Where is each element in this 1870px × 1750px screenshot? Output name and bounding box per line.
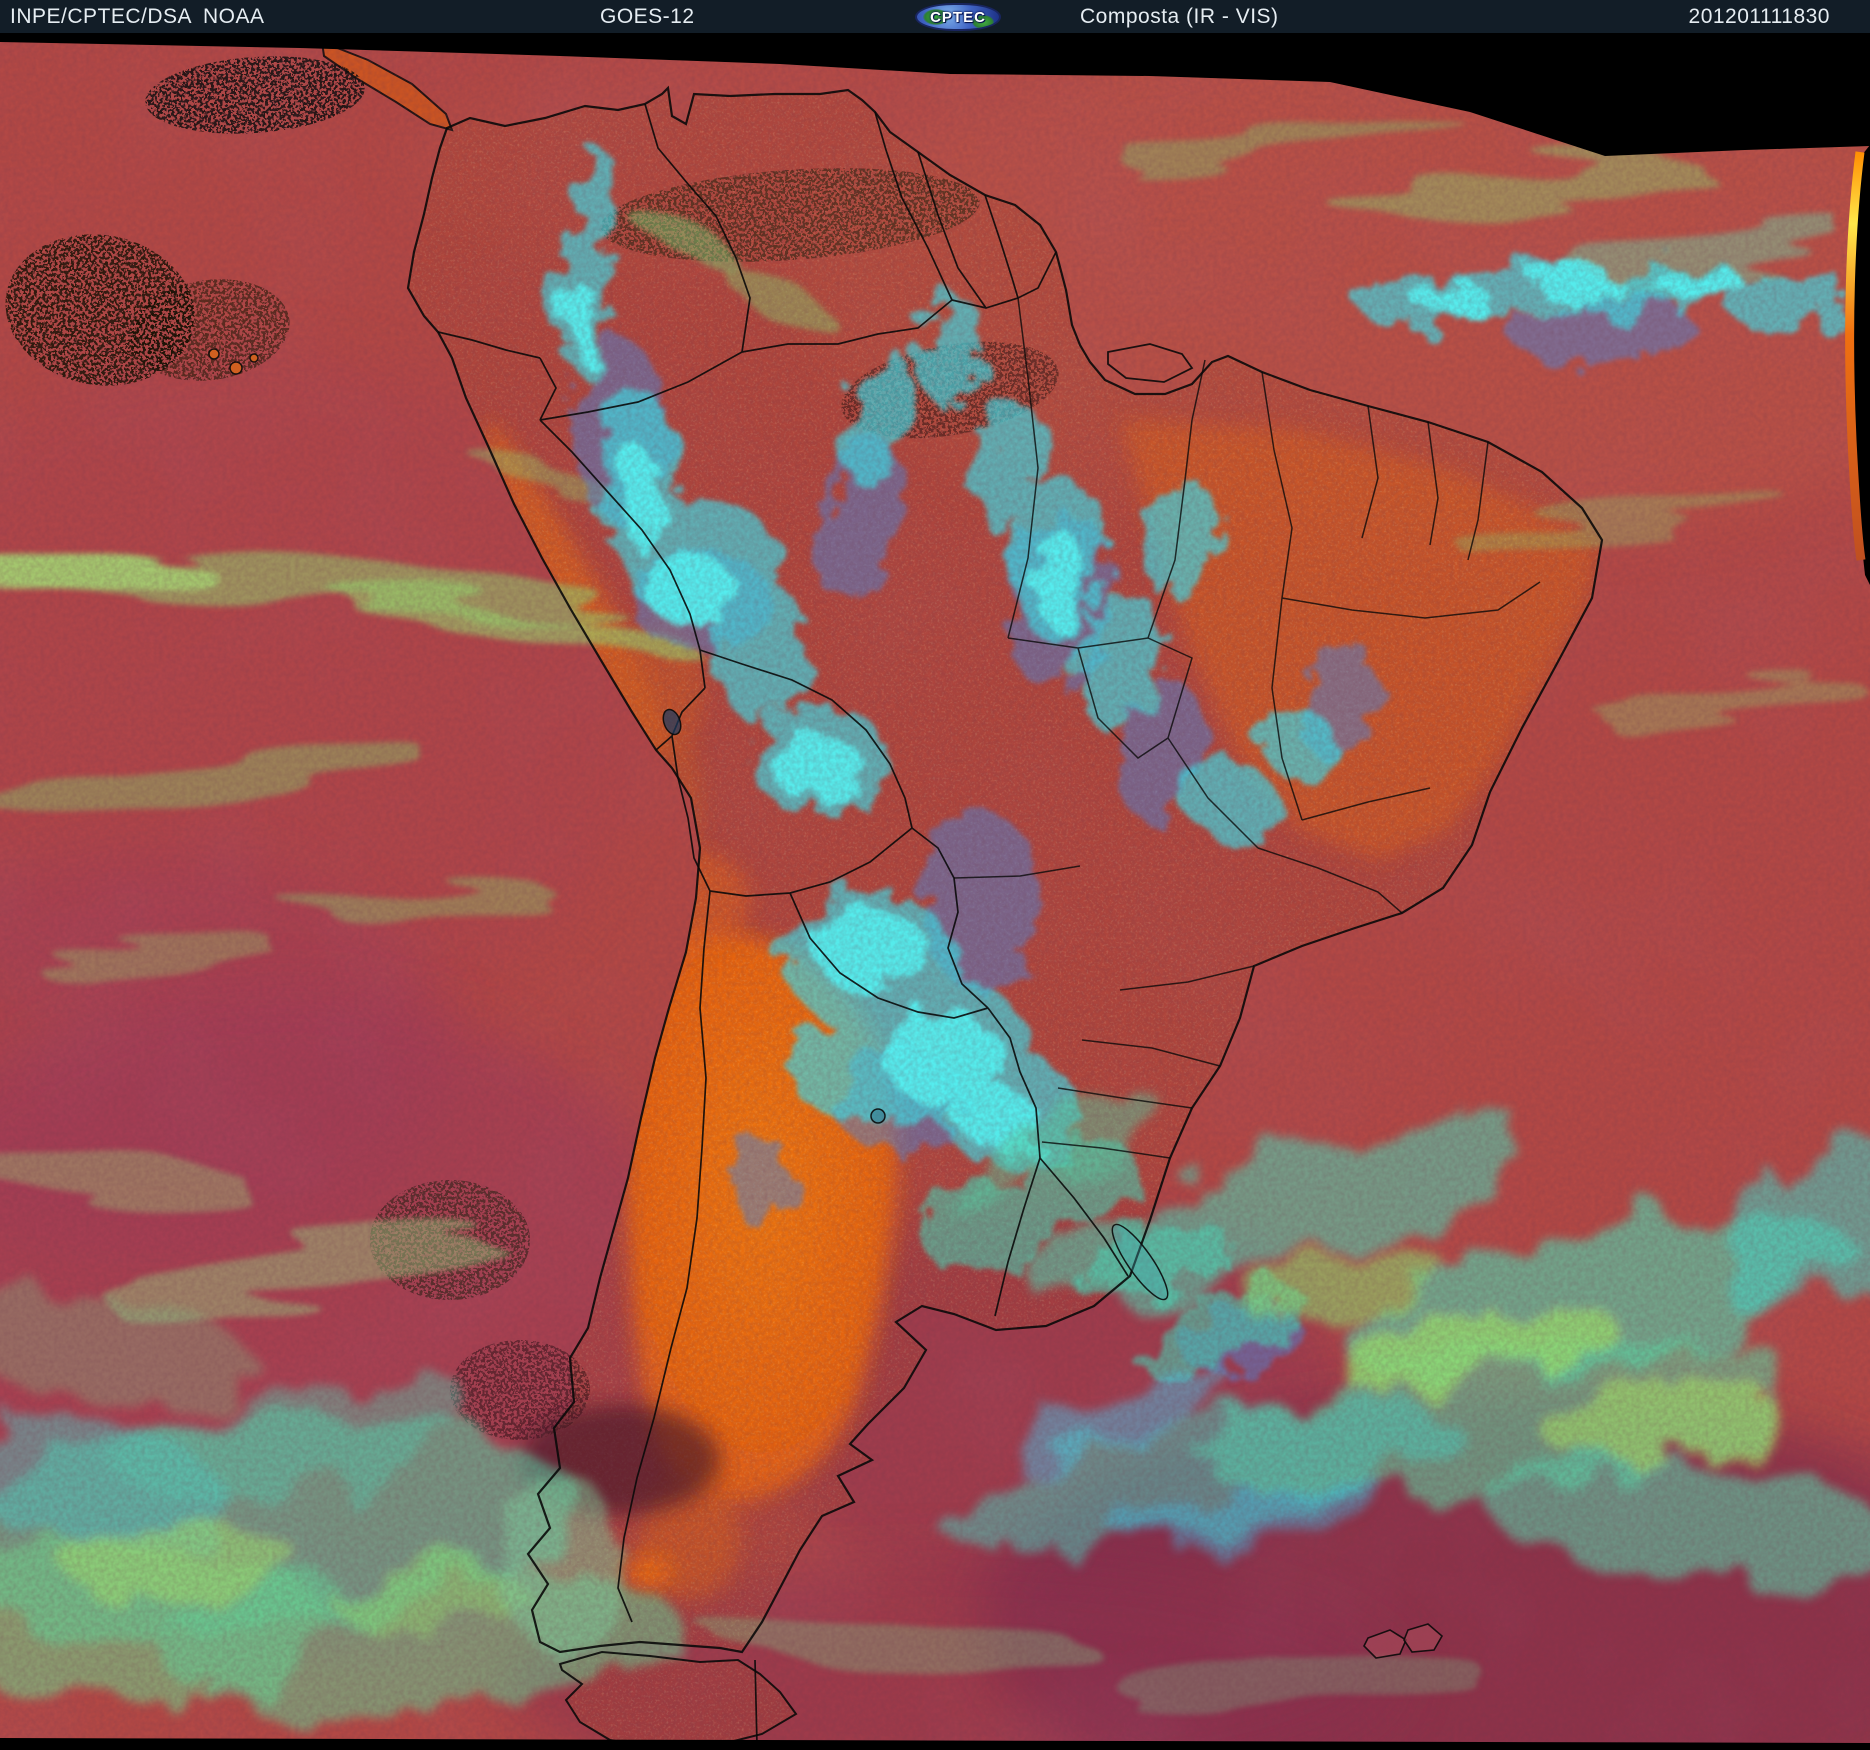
noaa-label: NOAA <box>203 0 265 33</box>
cptec-logo: CPTEC <box>915 3 1001 31</box>
product-label: Composta (IR - VIS) <box>1080 0 1279 33</box>
mar-chiquita-lake <box>871 1109 885 1123</box>
satellite-image <box>0 33 1870 1750</box>
satellite-label: GOES-12 <box>600 0 695 33</box>
image-grain <box>0 33 1870 1750</box>
agency-label: INPE/CPTEC/DSA <box>10 0 192 33</box>
cptec-logo-text: CPTEC <box>917 5 999 30</box>
timestamp-label: 201201111830 <box>1689 0 1830 33</box>
header-bar: INPE/CPTEC/DSA NOAA GOES-12 CPTEC Compos… <box>0 0 1870 33</box>
screenshot: INPE/CPTEC/DSA NOAA GOES-12 CPTEC Compos… <box>0 0 1870 1750</box>
satellite-composite-svg <box>0 33 1870 1750</box>
